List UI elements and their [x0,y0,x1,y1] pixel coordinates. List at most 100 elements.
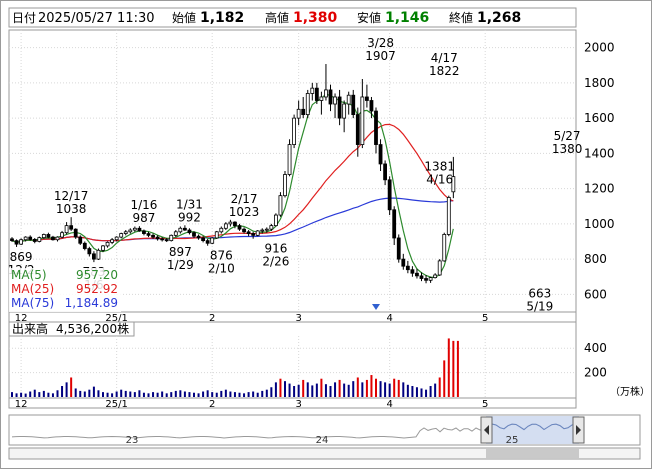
volume-bar [74,388,77,397]
candle-up [305,93,310,115]
annotation-label: 1/16 [130,198,157,212]
candle-down [374,110,378,145]
candle-up [128,229,133,233]
volume-bar [334,382,337,397]
candle-down [364,96,369,101]
date-axis-strip [8,311,577,323]
annotation-label: 2/17 [231,192,258,206]
volume-month-label: 12 [15,399,28,410]
volume-bar [447,338,450,397]
ma25-label: MA(25) [11,282,54,296]
volume-bar [183,391,186,397]
candle-down [182,227,187,231]
candle-down [424,278,428,281]
volume-bar [256,392,259,397]
volume-bar [356,377,359,397]
volume-bar [179,390,182,397]
candle-down [28,236,33,240]
volume-date-strip [8,397,577,409]
annotation-value: 869 [10,250,33,264]
candle-down [233,221,237,227]
price-tick-label: 1200 [584,182,615,196]
price-tick-label: 800 [584,252,607,266]
volume-bar [120,389,123,397]
volume-bar [111,393,114,397]
candle-down [301,108,306,115]
candle-down [73,228,78,238]
annotation-label: 4/16 [426,173,453,187]
volume-bar [361,382,364,397]
close-label: 終値 [449,10,473,25]
candle-down [246,231,251,234]
annotation-value: 916 [264,242,287,256]
volume-bar [220,390,223,397]
navigator-selection[interactable] [486,416,579,444]
candle-up [64,225,69,234]
candle-down [137,227,142,232]
annotation-value: 1381 [424,160,455,174]
volume-bar [438,377,441,397]
volume-bar [279,378,282,397]
volume-bar [233,392,236,397]
candle-down [383,163,388,181]
annotation-value: 1907 [365,49,396,63]
candle-up [110,239,114,243]
volume-bar [320,378,323,397]
volume-bar [456,340,459,397]
volume-tick-label: 200 [584,366,607,380]
candle-down [205,240,210,244]
candle-down [51,236,55,241]
volume-bar [97,390,100,397]
volume-bar [229,391,232,397]
candle-down [410,269,415,274]
volume-bar [115,391,118,397]
volume-bar [393,378,396,397]
price-tick-label: 1000 [584,217,615,231]
nav-year-23: 23 [126,435,139,446]
volume-bar [397,379,400,397]
annotation-label: 5/27 [554,129,581,143]
ma75-label: MA(75) [11,296,54,310]
volume-bar [129,391,132,397]
candle-down [10,238,14,242]
candle-down [82,242,87,249]
volume-bar [265,389,268,397]
navigator-left-handle[interactable] [480,416,493,444]
volume-bar [224,389,227,397]
candle-down [69,225,74,230]
volume-month-label: 4 [386,399,392,410]
volume-bar [138,390,141,397]
candle-down [160,238,165,241]
candle-down [164,239,169,242]
ma5-value: 957.20 [76,268,118,282]
close-value: 1,268 [477,10,521,26]
annotation-value: 897 [169,245,192,259]
candle-down [396,237,401,260]
navigator-right-handle[interactable] [572,416,585,444]
candle-up [324,89,328,98]
candle-up [23,236,28,241]
volume-bar [306,382,309,397]
range-navigator[interactable]: 23 24 25 [8,414,641,460]
ma75-value: 1,184.89 [65,296,118,310]
volume-month-label: 2 [209,399,215,410]
candle-down [201,237,206,242]
candle-up [310,87,315,94]
volume-bar [47,392,50,397]
open-label: 始値 [172,10,196,25]
candle-up [219,227,224,233]
volume-bar [379,381,382,397]
candle-down [196,235,201,239]
candle-down [387,179,392,211]
volume-title: 出来高 [12,321,48,336]
volume-bar [156,392,159,397]
candle-down [337,96,342,119]
volume-bar [29,391,32,397]
low-label: 安値 [357,10,381,25]
navigator-scroll-thumb[interactable] [486,449,579,458]
candle-up [60,232,64,238]
volume-bar [329,386,332,397]
volume-bar [274,382,277,397]
volume-bar [15,393,18,397]
candle-up [342,103,347,119]
